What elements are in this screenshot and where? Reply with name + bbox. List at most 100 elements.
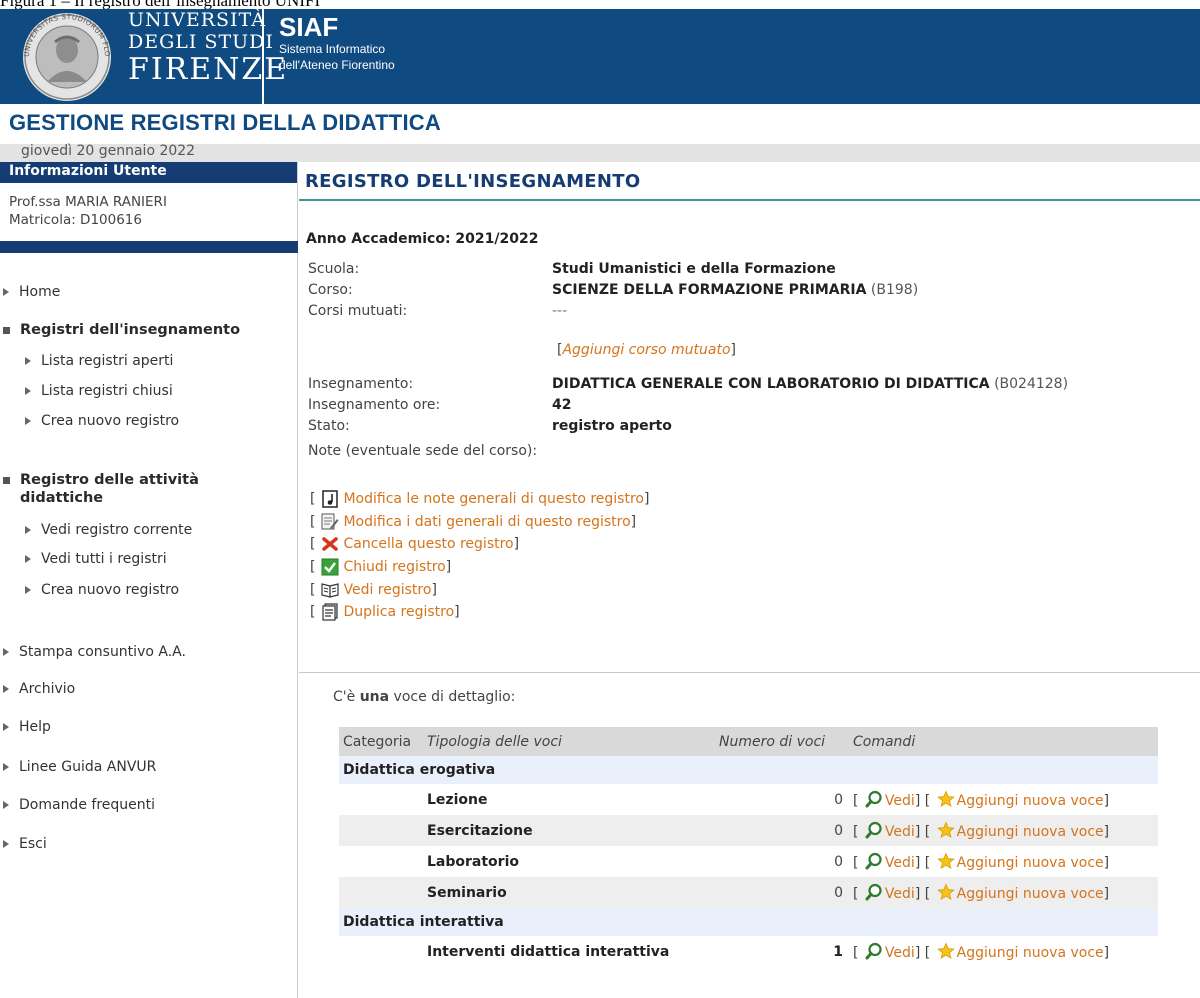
- aggiungi-voce-link[interactable]: Aggiungi nuova voce: [935, 883, 1104, 902]
- cmd-cancella[interactable]: [ Cancella questo registro]: [310, 535, 519, 553]
- value-insegnamento: DIDATTICA GENERALE CON LABORATORIO DI DI…: [552, 376, 1068, 392]
- sidebar-item-label: Linee Guida ANVUR: [19, 759, 157, 775]
- cmd-label: Chiudi registro: [343, 559, 446, 575]
- magnifier-icon: [865, 883, 882, 901]
- sidebar-item-label: Home: [19, 284, 61, 300]
- aggiungi-label: Aggiungi nuova voce: [956, 824, 1104, 840]
- bracket-close: ]: [643, 491, 650, 507]
- bracket-open: [: [310, 559, 316, 575]
- sidebar-section-registro-attivita[interactable]: Registro delle attività didattiche: [3, 471, 199, 507]
- cmd-chiudi[interactable]: [ Chiudi registro]: [310, 558, 451, 576]
- table-row: Seminario 0[ Vedi] [ Aggiungi nuova voce]: [339, 877, 1158, 908]
- bracket-open: [: [310, 536, 316, 552]
- user-matricola: Matricola: D100616: [9, 212, 142, 228]
- academic-year: Anno Accademico: 2021/2022: [306, 231, 539, 247]
- table-row: Laboratorio 0 [ Vedi] [ Aggiungi nuova voc…: [339, 846, 1158, 877]
- aggiungi-voce-link[interactable]: Aggiungi nuova voce: [935, 790, 1104, 809]
- siaf-subtitle-2: dell'Ateneo Fiorentino: [279, 58, 395, 72]
- bracket-close: ]: [513, 536, 520, 552]
- sidebar-item-label: Lista registri chiusi: [41, 383, 173, 399]
- aggiungi-voce-link[interactable]: Aggiungi nuova voce: [935, 852, 1104, 871]
- sidebar-item-help[interactable]: Help: [3, 719, 51, 735]
- sidebar-section-registri-insegnamento[interactable]: Registri dell'insegnamento: [3, 322, 240, 338]
- sidebar-item-vedi-corrente[interactable]: Vedi registro corrente: [25, 522, 192, 538]
- cell-empty: [339, 846, 423, 877]
- sidebar-item-esci[interactable]: Esci: [3, 836, 47, 852]
- sidebar-heading: Informazioni Utente: [0, 162, 297, 183]
- cmd-modifica-dati[interactable]: [ Modifica i dati generali di questo reg…: [310, 513, 636, 531]
- cell-empty: [339, 784, 423, 815]
- table-header-row: Categoria Tipologia delle voci Numero di…: [339, 727, 1158, 756]
- label-scuola: Scuola:: [308, 261, 360, 277]
- triangle-right-icon: [25, 357, 31, 365]
- vedi-link[interactable]: Vedi: [863, 821, 915, 840]
- table-row: Interventi didattica interattiva 1 [ Vedi]…: [339, 936, 1158, 967]
- header-divider: [262, 9, 264, 104]
- sidebar-item-vedi-tutti[interactable]: Vedi tutti i registri: [25, 551, 167, 567]
- cell-comandi: [ Vedi] [ Aggiungi nuova voce]: [849, 846, 1158, 877]
- sidebar-item-crea-registro-attivita[interactable]: Crea nuovo registro: [25, 582, 179, 598]
- value-stato: registro aperto: [552, 418, 672, 434]
- aggiungi-voce-link[interactable]: Aggiungi nuova voce: [935, 821, 1104, 840]
- bracket-open: [: [310, 514, 316, 530]
- star-icon: [936, 821, 955, 839]
- sidebar-item-label: Lista registri aperti: [41, 353, 174, 369]
- page-title: REGISTRO DELL'INSEGNAMENTO: [305, 171, 641, 192]
- sidebar-item-label: Help: [19, 719, 51, 735]
- label-note: Note (eventuale sede del corso):: [308, 443, 538, 459]
- sidebar-item-label: Crea nuovo registro: [41, 413, 180, 429]
- siaf-subtitle-1: Sistema Informatico: [279, 42, 386, 56]
- table-row: Esercitazione 0[ Vedi] [ Aggiungi nuova v…: [339, 815, 1158, 846]
- value-corso-code: (B198): [870, 282, 919, 298]
- aggiungi-voce-link[interactable]: Aggiungi nuova voce: [935, 942, 1104, 961]
- label-stato: Stato:: [308, 418, 350, 434]
- sidebar: Informazioni Utente Prof.ssa MARIA RANIE…: [0, 162, 298, 998]
- sidebar-item-label: Stampa consuntivo A.A.: [19, 644, 186, 660]
- label-ore: Insegnamento ore:: [308, 397, 441, 413]
- label-mutuati: Corsi mutuati:: [308, 303, 408, 319]
- cell-numero: 0: [715, 815, 849, 846]
- sidebar-item-home[interactable]: Home: [3, 284, 60, 300]
- sidebar-section-label: Registro delle attività didattiche: [20, 471, 199, 507]
- aggiungi-mutuato-link[interactable]: Aggiungi corso mutuato: [562, 342, 730, 358]
- value-ore-text: 42: [552, 397, 572, 413]
- star-icon: [936, 883, 955, 901]
- cell-empty: [339, 936, 423, 967]
- sidebar-item-lista-aperti[interactable]: Lista registri aperti: [25, 353, 173, 369]
- vedi-link[interactable]: Vedi: [863, 883, 915, 902]
- duplicate-icon: [322, 603, 339, 621]
- sidebar-item-lista-chiusi[interactable]: Lista registri chiusi: [25, 383, 173, 399]
- cell-tipologia: Laboratorio: [427, 853, 519, 870]
- cell-tipologia: Esercitazione: [423, 815, 715, 846]
- vedi-link[interactable]: Vedi: [863, 852, 915, 871]
- sidebar-item-linee-guida[interactable]: Linee Guida ANVUR: [3, 759, 156, 775]
- delete-x-icon: [322, 537, 339, 551]
- category-name: Didattica interattiva: [339, 908, 1158, 936]
- open-book-icon: [321, 583, 340, 598]
- table-row: Lezione 0 [ Vedi] [ Aggiungi nuova voce]: [339, 784, 1158, 815]
- sidebar-item-stampa[interactable]: Stampa consuntivo A.A.: [3, 644, 186, 660]
- triangle-right-icon: [25, 387, 31, 395]
- cmd-duplica[interactable]: [ Duplica registro]: [310, 603, 460, 621]
- vedi-link[interactable]: Vedi: [863, 942, 915, 961]
- triangle-right-icon: [25, 555, 31, 563]
- university-line-1: UNIVERSITÀ: [128, 9, 266, 31]
- aggiungi-mutuato-row: [Aggiungi corso mutuato]: [557, 342, 736, 358]
- university-seal-icon: UNIVERSITAS STUDIORUM FLORENTINA: [19, 12, 111, 101]
- detail-table: Categoria Tipologia delle voci Numero di…: [339, 727, 1158, 967]
- sidebar-item-archivio[interactable]: Archivio: [3, 681, 75, 697]
- value-insegnamento-text: DIDATTICA GENERALE CON LABORATORIO DI DI…: [552, 376, 990, 392]
- cmd-label: Duplica registro: [343, 604, 455, 620]
- vedi-link[interactable]: Vedi: [863, 790, 915, 809]
- cmd-modifica-note[interactable]: [ Modifica le note generali di questo re…: [310, 490, 649, 508]
- sidebar-item-domande[interactable]: Domande frequenti: [3, 797, 155, 813]
- cmd-vedi-registro[interactable]: [ Vedi registro]: [310, 581, 437, 599]
- cell-numero: 0: [715, 877, 849, 908]
- vedi-label: Vedi: [884, 824, 915, 840]
- bracket-close: ]: [431, 582, 437, 598]
- section-divider: [299, 672, 1200, 673]
- sidebar-item-crea-registro-insegnamento[interactable]: Crea nuovo registro: [25, 413, 179, 429]
- sidebar-section-label-line2: didattiche: [20, 490, 104, 506]
- sidebar-item-label: Crea nuovo registro: [41, 582, 180, 598]
- sidebar-band: [0, 241, 298, 253]
